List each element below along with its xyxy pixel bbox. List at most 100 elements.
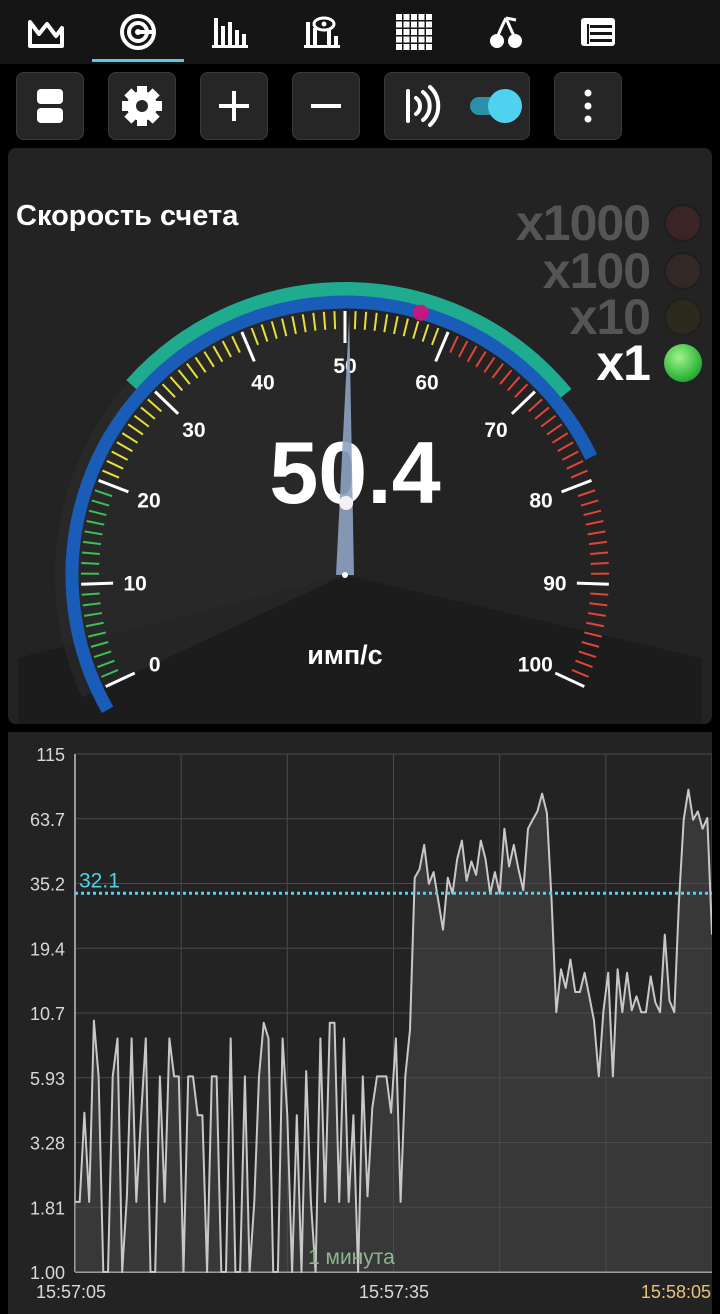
major-tick bbox=[576, 581, 609, 586]
minor-tick bbox=[534, 406, 550, 420]
tab-spectrum[interactable] bbox=[184, 0, 276, 64]
multiplier-indicator-led bbox=[664, 252, 702, 290]
minor-tick bbox=[577, 489, 596, 498]
minor-tick bbox=[588, 540, 608, 546]
histogram-eye-icon bbox=[304, 16, 340, 48]
multiplier-label: x1 bbox=[596, 335, 651, 391]
minor-tick bbox=[546, 423, 563, 436]
minor-tick bbox=[81, 562, 100, 565]
needle-hub bbox=[342, 572, 348, 578]
multiplier-indicator-led bbox=[664, 204, 702, 242]
minus-icon bbox=[311, 104, 341, 108]
tab-table[interactable] bbox=[552, 0, 644, 64]
area-graph-icon bbox=[28, 20, 64, 48]
count-rate-chart-card: 115 63.7 35.2 19.4 10.7 5.93 3.28 1.81 1.00 32.1 1… bbox=[8, 732, 713, 1314]
minor-tick bbox=[557, 441, 574, 453]
settings-button[interactable] bbox=[108, 72, 176, 140]
layout-toggle-button[interactable] bbox=[16, 72, 84, 140]
multiplier-x1000: x1000 bbox=[516, 195, 702, 251]
toggle-thumb bbox=[488, 89, 522, 123]
minor-tick bbox=[514, 383, 529, 398]
reading-marker bbox=[412, 304, 429, 321]
cherry-icon bbox=[490, 16, 522, 48]
plus-icon bbox=[219, 91, 249, 121]
tab-bar bbox=[0, 0, 720, 64]
minor-tick bbox=[393, 316, 399, 335]
x-tick-label: 15:57:35 bbox=[359, 1282, 429, 1302]
wireless-signal-icon bbox=[406, 85, 441, 127]
minor-tick bbox=[466, 345, 478, 363]
zoom-in-button[interactable] bbox=[200, 72, 268, 140]
minor-tick bbox=[590, 592, 609, 596]
x-tick-label: 15:58:05 bbox=[641, 1282, 711, 1302]
layout-icon bbox=[37, 89, 63, 123]
dosimeter-gauge-icon bbox=[120, 14, 156, 50]
minor-tick bbox=[506, 376, 521, 392]
minor-tick bbox=[458, 340, 469, 358]
minor-tick bbox=[449, 335, 459, 354]
y-tick-label: 3.28 bbox=[30, 1134, 65, 1154]
minor-tick bbox=[483, 356, 496, 373]
minor-tick bbox=[540, 414, 557, 428]
minor-tick bbox=[587, 530, 606, 536]
scale-label-20: 20 bbox=[137, 490, 160, 513]
y-tick-label: 115 bbox=[36, 745, 65, 765]
scale-label-50: 50 bbox=[333, 355, 356, 378]
minor-tick bbox=[551, 432, 569, 444]
tab-spectrum-analysis[interactable] bbox=[276, 0, 368, 64]
minor-tick bbox=[499, 369, 513, 385]
menu-button[interactable] bbox=[554, 72, 622, 140]
minor-tick bbox=[566, 460, 584, 470]
minor-tick bbox=[421, 324, 430, 342]
scale-label-90: 90 bbox=[543, 572, 566, 595]
minor-tick bbox=[402, 318, 409, 337]
connection-toggle bbox=[406, 85, 522, 127]
scale-label-60: 60 bbox=[415, 372, 438, 395]
minor-tick bbox=[528, 398, 543, 413]
scale-label-10: 10 bbox=[123, 572, 146, 595]
tab-isotopes[interactable] bbox=[460, 0, 552, 64]
needle-dot bbox=[339, 496, 354, 511]
table-icon bbox=[581, 18, 615, 46]
minor-tick bbox=[587, 612, 606, 617]
y-tick-label: 35.2 bbox=[30, 875, 65, 895]
minor-tick bbox=[373, 312, 378, 331]
tab-dosimeter[interactable] bbox=[92, 0, 184, 64]
minor-tick bbox=[589, 602, 608, 607]
multiplier-indicator-led bbox=[664, 344, 702, 382]
major-tick bbox=[510, 390, 536, 415]
minor-tick bbox=[353, 311, 357, 330]
threshold-label: 32.1 bbox=[79, 869, 120, 892]
grid-icon bbox=[396, 14, 432, 50]
y-tick-label: 1.00 bbox=[30, 1263, 65, 1283]
toolbar bbox=[0, 64, 720, 148]
minor-tick bbox=[431, 327, 440, 346]
major-tick bbox=[561, 478, 593, 494]
scale-label-40: 40 bbox=[251, 372, 274, 395]
minor-tick bbox=[491, 363, 504, 379]
scale-label-70: 70 bbox=[484, 419, 507, 442]
minor-tick bbox=[561, 450, 579, 461]
minor-tick bbox=[81, 592, 100, 596]
zoom-out-button[interactable] bbox=[292, 72, 360, 140]
minor-tick bbox=[475, 351, 487, 368]
multiplier-indicator-led bbox=[664, 298, 702, 336]
tab-graph[interactable] bbox=[0, 0, 92, 64]
y-tick-label: 5.93 bbox=[30, 1069, 65, 1089]
count-rate-chart: 115 63.7 35.2 19.4 10.7 5.93 3.28 1.81 1.00 32.1 1… bbox=[30, 745, 713, 1302]
scale-label-0: 0 bbox=[149, 654, 161, 677]
gear-icon bbox=[122, 86, 162, 126]
gauge-title: Скорость счета bbox=[16, 200, 239, 232]
scale-label-100: 100 bbox=[518, 654, 553, 677]
minor-tick bbox=[586, 621, 605, 628]
minor-tick bbox=[585, 520, 604, 526]
y-tick-label: 63.7 bbox=[30, 810, 65, 830]
y-tick-label: 19.4 bbox=[30, 939, 65, 959]
minor-tick bbox=[383, 314, 389, 333]
tab-grid[interactable] bbox=[368, 0, 460, 64]
y-tick-label: 10.7 bbox=[30, 1004, 65, 1024]
minor-tick bbox=[363, 311, 368, 330]
y-tick-label: 1.81 bbox=[30, 1198, 65, 1218]
major-tick bbox=[81, 581, 114, 586]
connection-button[interactable] bbox=[384, 72, 530, 140]
